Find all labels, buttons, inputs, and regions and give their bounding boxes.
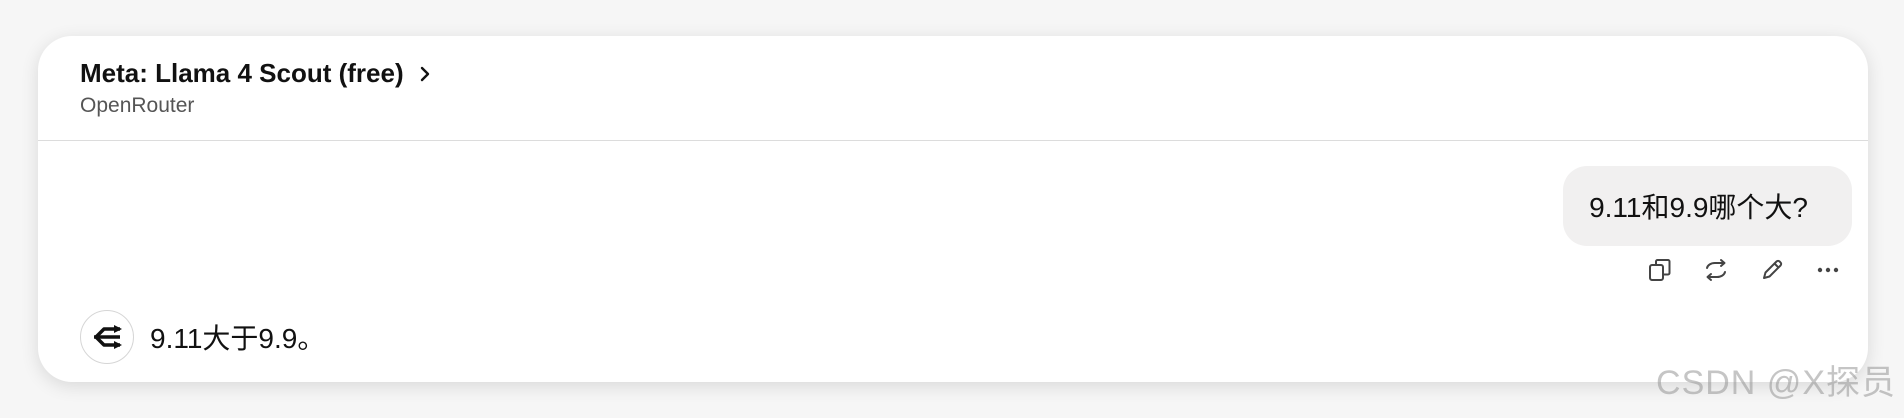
chat-header: Meta: Llama 4 Scout (free) OpenRouter xyxy=(38,36,1868,141)
openrouter-logo-icon xyxy=(80,310,134,364)
screenshot-stage: Meta: Llama 4 Scout (free) OpenRouter 9.… xyxy=(0,0,1904,418)
user-message-text: 9.11和9.9哪个大? xyxy=(1589,192,1808,223)
chevron-right-icon xyxy=(416,65,434,83)
chat-window: Meta: Llama 4 Scout (free) OpenRouter 9.… xyxy=(38,36,1868,382)
assistant-message: 9.11大于9.9。 xyxy=(80,310,325,364)
edit-pencil-icon[interactable] xyxy=(1756,254,1788,286)
message-actions xyxy=(1644,254,1844,286)
regenerate-icon[interactable] xyxy=(1700,254,1732,286)
more-horizontal-icon[interactable] xyxy=(1812,254,1844,286)
copy-icon[interactable] xyxy=(1644,254,1676,286)
model-selector[interactable]: Meta: Llama 4 Scout (free) xyxy=(80,58,434,89)
watermark-text: CSDN @X探员 xyxy=(1656,364,1896,402)
model-title: Meta: Llama 4 Scout (free) xyxy=(80,58,404,88)
assistant-message-text: 9.11大于9.9。 xyxy=(150,323,326,354)
provider-label: OpenRouter xyxy=(80,94,195,117)
user-message-bubble: 9.11和9.9哪个大? xyxy=(1563,166,1852,246)
